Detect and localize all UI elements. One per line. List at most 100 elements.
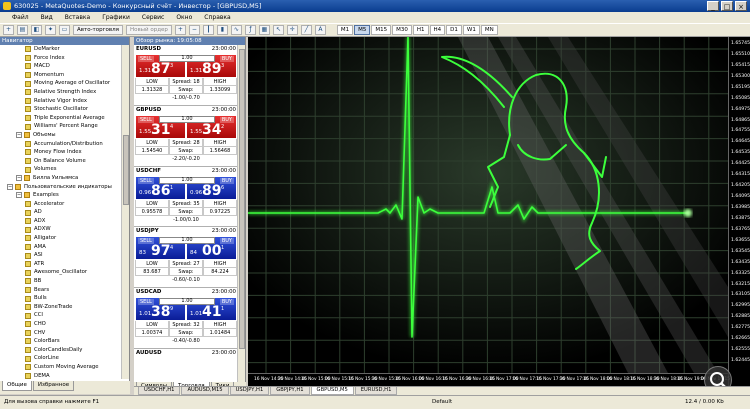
navigator-item[interactable]: ColorLine	[0, 354, 122, 363]
navigator-scrollbar[interactable]	[121, 45, 129, 379]
timeframe-m1[interactable]: M1	[336, 25, 354, 35]
navigator-item[interactable]: Custom Moving Average	[0, 363, 122, 372]
navigator-item[interactable]: ColorBars	[0, 337, 122, 346]
chart-tab-2[interactable]: USDJPY,H1	[229, 387, 270, 395]
line-chart-icon[interactable]: ∿	[230, 25, 242, 35]
templates-icon[interactable]: ▦	[258, 25, 270, 35]
navigator-item[interactable]: ATR	[0, 260, 122, 269]
navigator-item[interactable]: − Билла Уильямса	[0, 174, 122, 183]
bar-chart-icon[interactable]: ┃	[202, 25, 214, 35]
navigator-item[interactable]: CHV	[0, 329, 122, 338]
navigator-item[interactable]: Volumes	[0, 165, 122, 174]
navigator-item[interactable]: AD	[0, 208, 122, 217]
close-button[interactable]: ×	[735, 1, 747, 11]
navigator-item[interactable]: Awesome_Oscillator	[0, 268, 122, 277]
navigator-item[interactable]: ASI	[0, 251, 122, 260]
navigator-tab-0[interactable]: Общие	[2, 381, 32, 391]
lot-input[interactable]: 1.00	[159, 115, 215, 123]
navigator-item[interactable]: DeMarker	[0, 45, 122, 54]
navigator-item[interactable]: ADX	[0, 217, 122, 226]
expand-icon[interactable]: −	[16, 132, 22, 139]
maximize-button[interactable]: □	[721, 1, 733, 11]
timeframe-m5[interactable]: M5	[354, 25, 371, 35]
menu-item-6[interactable]: Справка	[204, 14, 230, 21]
navigator-item[interactable]: Accumulation/Distribution	[0, 140, 122, 149]
lot-input[interactable]: 1.00	[159, 55, 215, 62]
timeframe-m30[interactable]: M30	[392, 25, 412, 35]
autotrade-button[interactable]: Авто-торговля	[73, 25, 123, 35]
cursor-icon[interactable]: ↖	[272, 25, 284, 35]
indicators-icon[interactable]: ƒ	[244, 25, 256, 35]
navigator-item[interactable]: Bulls	[0, 294, 122, 303]
chart-tab-1[interactable]: AUDUSD,M15	[181, 387, 229, 395]
navigator-item[interactable]: ColorCandlesDaily	[0, 346, 122, 355]
timeframe-h1[interactable]: H1	[412, 25, 429, 35]
navigator-item[interactable]: Moving Average of Oscillator	[0, 79, 122, 88]
expand-icon[interactable]: −	[7, 183, 13, 190]
navigator-item[interactable]: Accelerator	[0, 200, 122, 209]
navigator-item-label: ASI	[34, 252, 43, 259]
navigator-item[interactable]: − Examples	[0, 191, 122, 200]
timeframe-d1[interactable]: D1	[446, 25, 462, 35]
navigator-item[interactable]: Relative Vigor Index	[0, 97, 122, 106]
navigator-item[interactable]: BB	[0, 277, 122, 286]
market-watch-icon[interactable]: ◧	[31, 25, 42, 35]
terminal-icon[interactable]: ▭	[59, 25, 70, 35]
navigator-item[interactable]: DEMA	[0, 372, 122, 379]
lot-input[interactable]: 1.00	[159, 237, 215, 245]
chart-tab-4[interactable]: GBPUSD,M5	[310, 387, 354, 395]
navigator-item[interactable]: AMA	[0, 243, 122, 252]
navigator-item[interactable]: Money Flow Index	[0, 148, 122, 157]
zoom-out-icon[interactable]: −	[188, 25, 200, 35]
timeframe-m15[interactable]: M15	[371, 25, 392, 35]
chart-tab-0[interactable]: USDCHF,H1	[138, 387, 181, 395]
navigator-item[interactable]: Alligator	[0, 234, 122, 243]
navigator-item[interactable]: Relative Strength Index	[0, 88, 122, 97]
price-chart[interactable]	[248, 37, 728, 386]
navigator-item[interactable]: Williams' Percent Range	[0, 122, 122, 131]
navigator-item[interactable]: BW-ZoneTrade	[0, 303, 122, 312]
lot-input[interactable]: 1.00	[159, 298, 215, 306]
indicator-icon	[25, 158, 31, 165]
trendline-icon[interactable]: ╱	[300, 25, 312, 35]
navigator-item[interactable]: Bears	[0, 286, 122, 295]
new-order-button[interactable]: Новый ордер	[125, 25, 172, 35]
candle-chart-icon[interactable]: ▮	[216, 25, 228, 35]
navigator-item[interactable]: CCI	[0, 311, 122, 320]
navigator-item[interactable]: Momentum	[0, 71, 122, 80]
navigator-item[interactable]: Stochastic Oscillator	[0, 105, 122, 114]
navigator-icon[interactable]: ✦	[45, 25, 56, 35]
chart-tab-3[interactable]: GBPJPY,H1	[270, 387, 310, 395]
menu-item-3[interactable]: Графики	[102, 14, 130, 21]
navigator-item[interactable]: Force Index	[0, 54, 122, 63]
chart-tab-5[interactable]: EURUSD,H1	[354, 387, 398, 395]
menu-item-2[interactable]: Вставка	[65, 14, 90, 21]
menu-item-0[interactable]: Файл	[12, 14, 29, 21]
navigator-item[interactable]: Triple Exponential Average	[0, 114, 122, 123]
navigator-item-label: ADX	[34, 217, 46, 224]
timeframe-w1[interactable]: W1	[462, 25, 480, 35]
market-watch-scrollbar[interactable]	[237, 45, 245, 382]
crosshair-icon[interactable]: ✛	[286, 25, 298, 35]
expand-icon[interactable]: −	[16, 175, 22, 182]
navigator-item[interactable]: − Объемы	[0, 131, 122, 140]
high-label: HIGH	[203, 199, 237, 208]
navigator-tab-1[interactable]: Избранное	[32, 381, 75, 391]
minimize-button[interactable]: _	[707, 1, 719, 11]
menu-item-1[interactable]: Вид	[41, 14, 53, 21]
menu-item-5[interactable]: Окно	[176, 14, 192, 21]
navigator-item[interactable]: − Пользовательские индикаторы	[0, 183, 122, 192]
profiles-icon[interactable]: ▤	[17, 25, 28, 35]
new-chart-icon[interactable]: +	[3, 25, 14, 35]
navigator-item[interactable]: ADXW	[0, 225, 122, 234]
navigator-item[interactable]: MACD	[0, 62, 122, 71]
navigator-item[interactable]: On Balance Volume	[0, 157, 122, 166]
navigator-item[interactable]: CHO	[0, 320, 122, 329]
zoom-in-icon[interactable]: +	[174, 25, 186, 35]
expand-icon[interactable]: −	[16, 192, 22, 199]
timeframe-h4[interactable]: H4	[429, 25, 446, 35]
text-icon[interactable]: A	[314, 25, 326, 35]
timeframe-mn[interactable]: MN	[480, 25, 498, 35]
menu-item-4[interactable]: Сервис	[142, 14, 164, 21]
lot-input[interactable]: 1.00	[159, 176, 215, 184]
